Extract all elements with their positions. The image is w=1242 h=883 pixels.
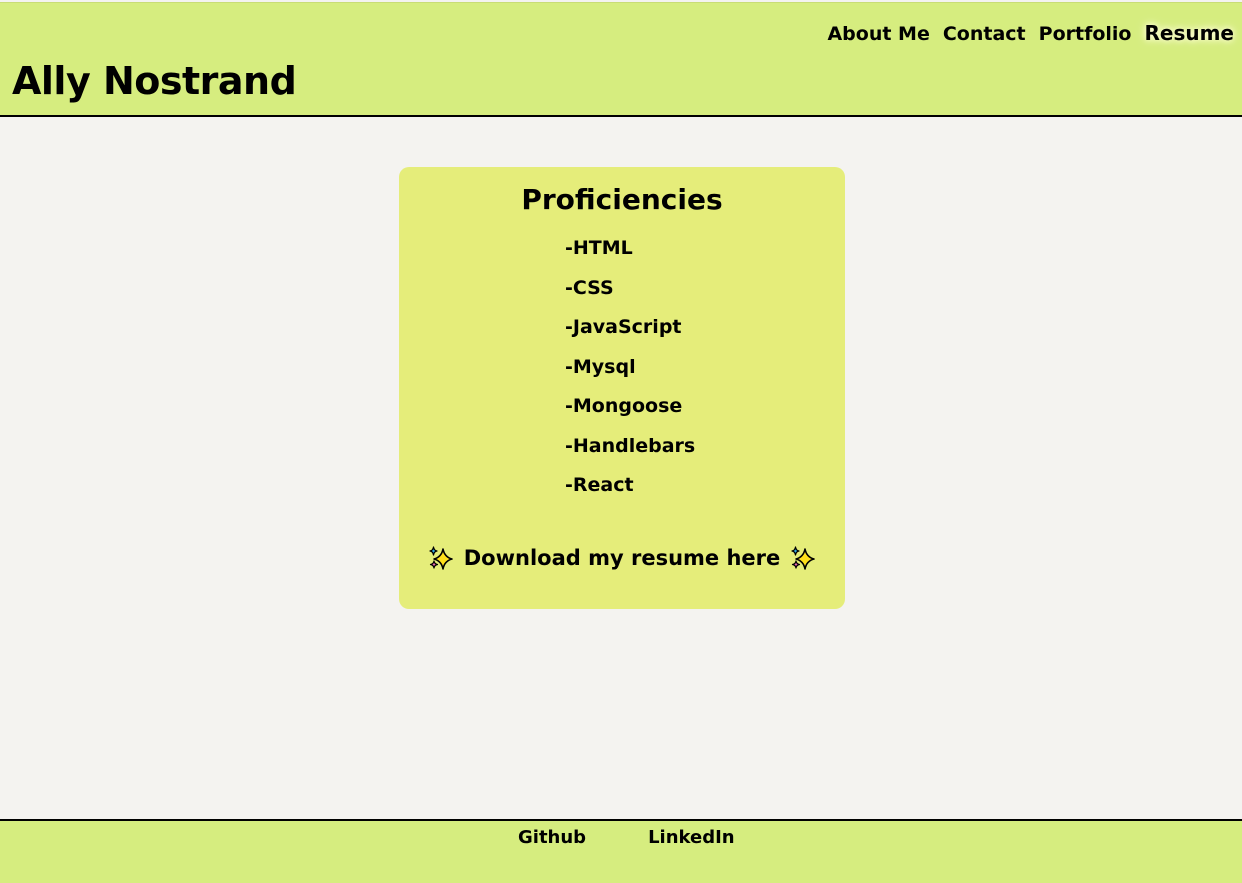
github-link[interactable]: Github xyxy=(518,827,586,848)
nav-resume[interactable]: Resume xyxy=(1144,21,1234,45)
skill-item: -React xyxy=(565,474,634,496)
page: Ally Nostrand About Me Contact Portfolio… xyxy=(0,0,1242,883)
main-nav: About Me Contact Portfolio Resume xyxy=(827,21,1234,45)
sparkles-icon xyxy=(429,546,453,570)
footer-links: Github LinkedIn xyxy=(518,827,735,848)
nav-portfolio[interactable]: Portfolio xyxy=(1039,23,1132,45)
site-header: Ally Nostrand About Me Contact Portfolio… xyxy=(0,2,1242,117)
download-resume-link[interactable]: Download my resume here xyxy=(399,544,845,572)
card-title: Proficiencies xyxy=(521,183,723,216)
skills-list: -HTML -CSS -JavaScript -Mysql -Mongoose … xyxy=(565,237,695,514)
linkedin-link[interactable]: LinkedIn xyxy=(648,827,735,848)
proficiencies-card: Proficiencies -HTML -CSS -JavaScript -My… xyxy=(399,167,845,609)
skill-item: -HTML xyxy=(565,237,633,259)
skill-item: -JavaScript xyxy=(565,316,682,338)
skill-item: -Mysql xyxy=(565,355,636,378)
nav-contact[interactable]: Contact xyxy=(943,23,1026,45)
skill-item: -Handlebars xyxy=(565,434,696,457)
skill-item: -CSS xyxy=(565,276,614,299)
site-footer: Github LinkedIn xyxy=(0,819,1242,883)
site-title: Ally Nostrand xyxy=(12,59,297,103)
skill-item: -Mongoose xyxy=(565,395,683,417)
sparkles-icon xyxy=(791,546,816,570)
download-label: Download my resume here xyxy=(463,546,781,570)
nav-about-me[interactable]: About Me xyxy=(827,23,929,45)
